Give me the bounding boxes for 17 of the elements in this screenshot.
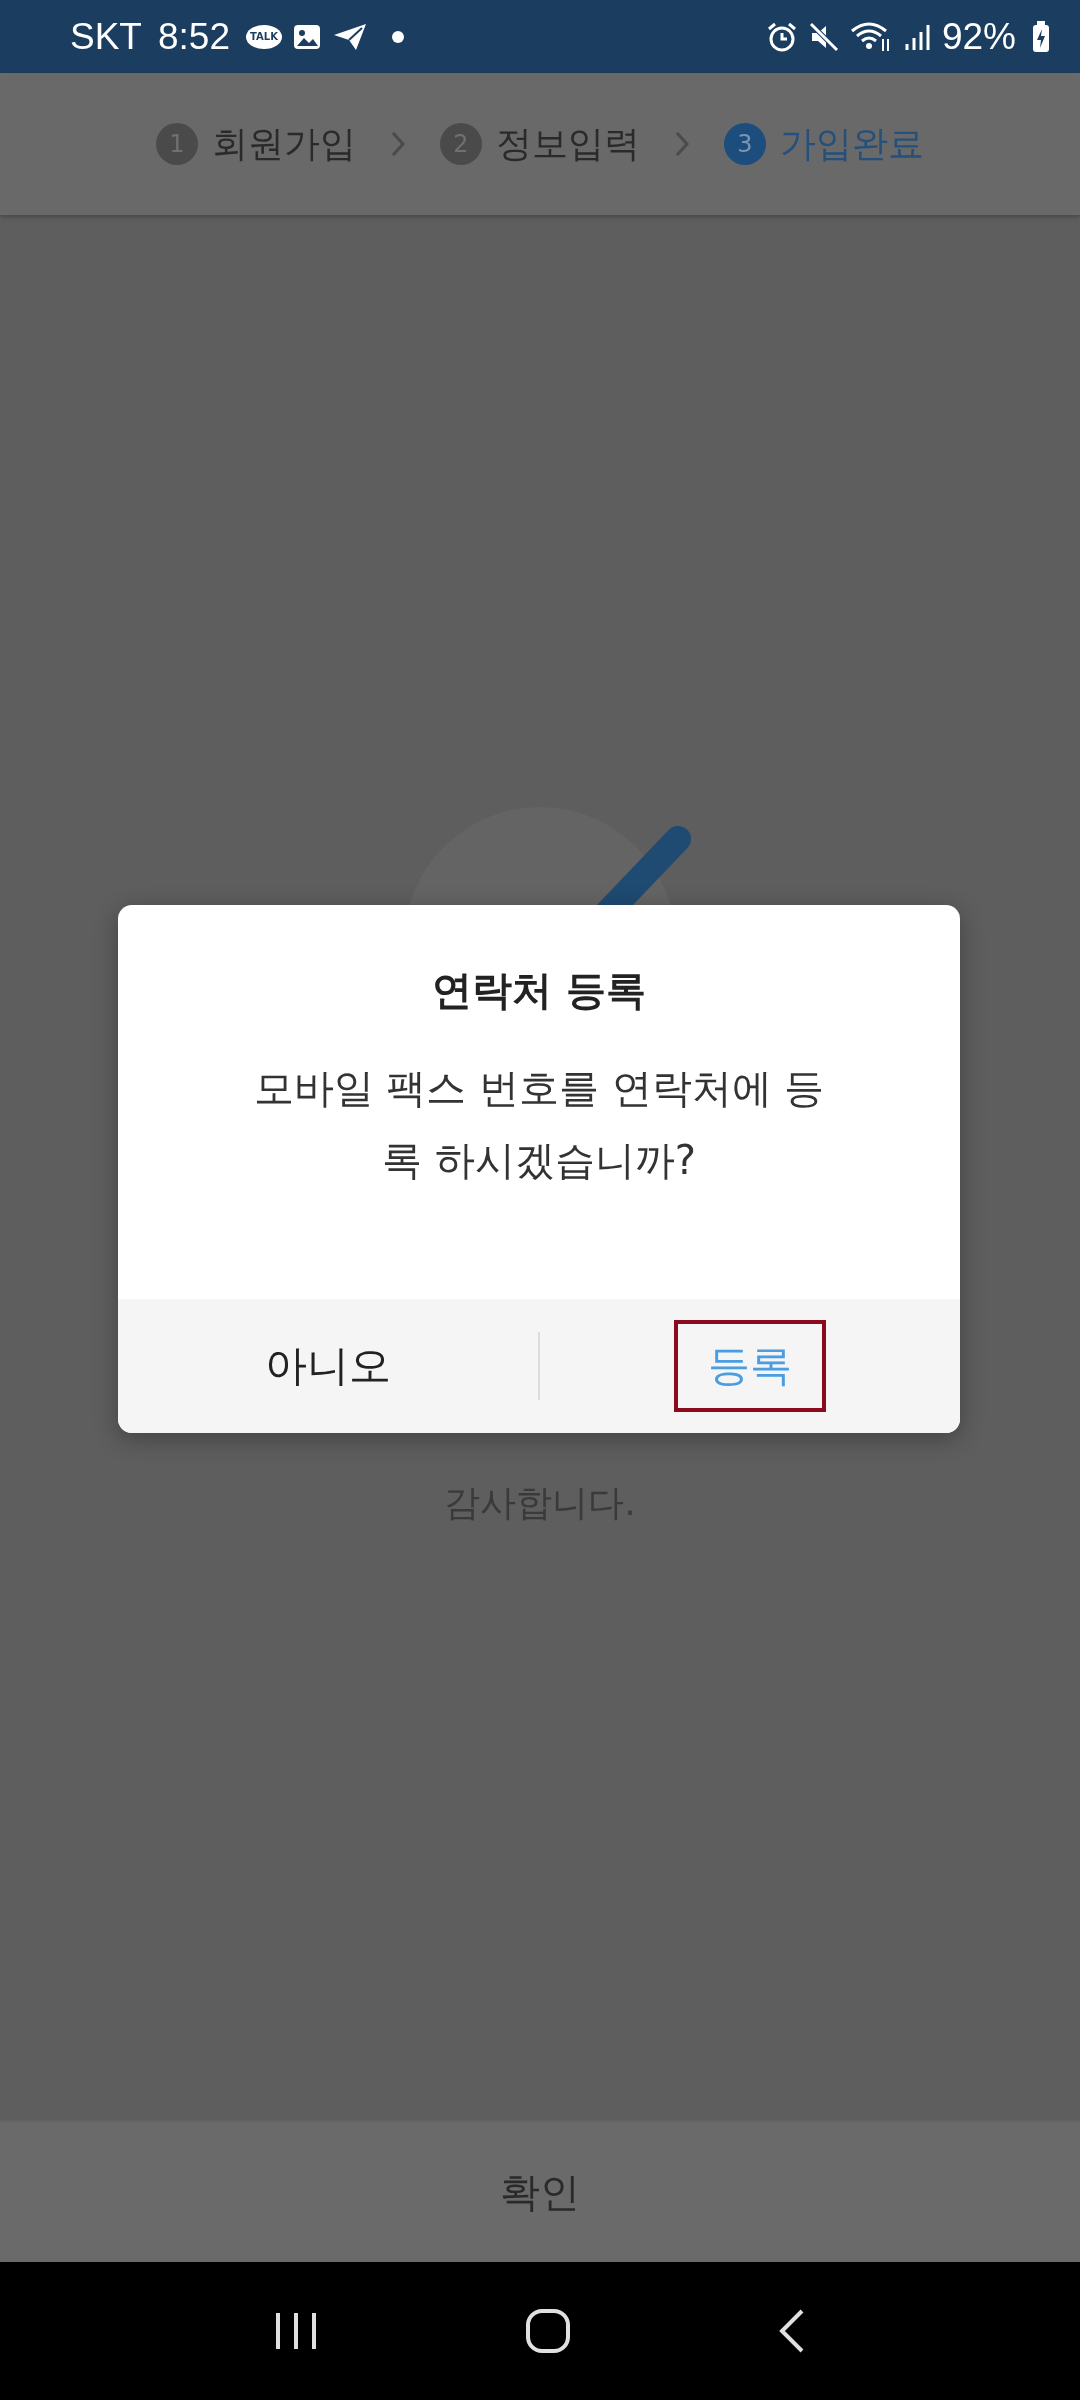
- carrier-name: SKT: [70, 15, 142, 58]
- alarm-icon: [765, 20, 798, 53]
- dot-icon: [391, 30, 404, 43]
- cancel-button[interactable]: 아니오: [231, 1320, 425, 1412]
- mute-icon: [807, 20, 840, 53]
- battery-percentage: 92%: [941, 15, 1016, 58]
- home-icon[interactable]: [525, 2308, 571, 2354]
- chevron-icon: [390, 130, 406, 158]
- chevron-icon: [674, 130, 690, 158]
- recent-apps-icon[interactable]: [273, 2311, 318, 2351]
- clock-time: 8:52: [157, 15, 230, 58]
- chat-notification-icon: TALK: [246, 24, 282, 49]
- register-button[interactable]: 등록: [674, 1320, 826, 1412]
- step-item: 3 가입완료: [724, 119, 924, 169]
- dialog-message: 모바일 팩스 번호를 연락처에 등 록 하시겠습니까?: [252, 1064, 826, 1185]
- battery-charging-icon: [1032, 20, 1050, 53]
- confirm-button[interactable]: 확인: [0, 2120, 1080, 2262]
